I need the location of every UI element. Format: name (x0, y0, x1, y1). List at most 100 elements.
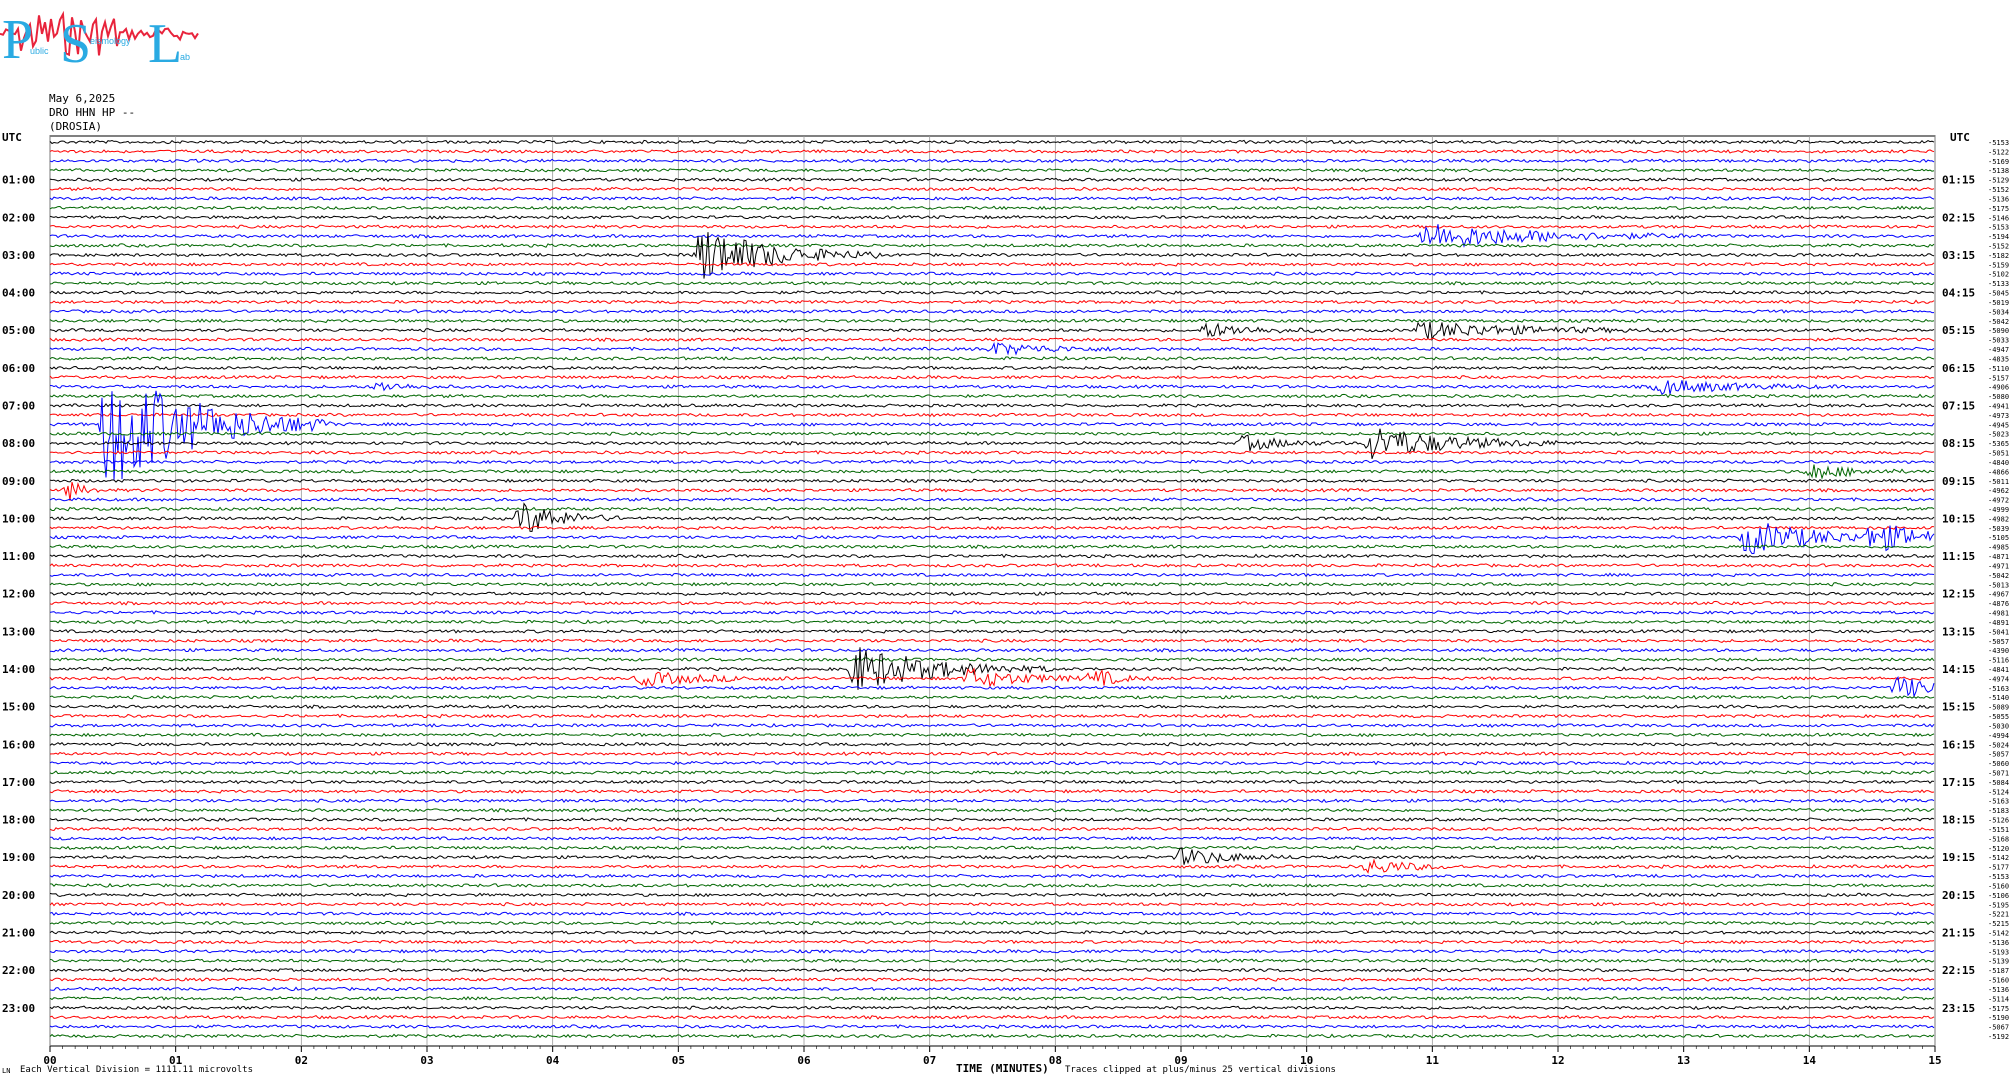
right-hour-label: 05:15 (1942, 324, 1975, 337)
seismic-trace (49, 412, 1935, 418)
seismic-trace (49, 779, 1935, 785)
seismic-trace (49, 1005, 1935, 1011)
trace-offset-label: -5041 (1988, 628, 2009, 636)
x-tick-label: 14 (1803, 1054, 1817, 1067)
seismic-trace (49, 271, 1935, 277)
right-hour-label: 13:15 (1942, 625, 1975, 638)
left-hour-label: 18:00 (2, 814, 35, 827)
trace-offset-label: -5102 (1988, 271, 2009, 279)
right-hour-label: 17:15 (1942, 776, 1975, 789)
trace-offset-label: -5146 (1988, 214, 2009, 222)
seismic-trace (49, 365, 1935, 371)
seismic-trace (49, 939, 1935, 945)
trace-offset-label: -5080 (1988, 393, 2009, 401)
right-hour-label: 07:15 (1942, 399, 1975, 412)
seismic-trace (49, 214, 1935, 220)
seismic-trace (49, 139, 1935, 145)
trace-offset-label: -4971 (1988, 562, 2009, 570)
seismic-trace (49, 751, 1935, 757)
seismic-trace (49, 657, 1935, 662)
right-hour-label: 09:15 (1942, 475, 1975, 488)
trace-offset-label: -5163 (1988, 685, 2009, 693)
trace-offset-label: -5126 (1988, 817, 2009, 825)
left-hour-label: 21:00 (2, 926, 35, 939)
trace-offset-label: -4973 (1988, 412, 2009, 420)
seismic-trace (49, 393, 1935, 399)
trace-offset-label: -5163 (1988, 798, 2009, 806)
seismic-trace (49, 380, 1935, 395)
seismic-trace (49, 600, 1935, 606)
right-hour-label: 16:15 (1942, 738, 1975, 751)
trace-offset-label: -5110 (1988, 365, 2009, 373)
right-hour-label: 21:15 (1942, 926, 1975, 939)
seismic-trace (49, 930, 1935, 935)
clip-note: Traces clipped at plus/minus 25 vertical… (1065, 1065, 1336, 1075)
trace-offset-label: -5045 (1988, 290, 2009, 298)
seismic-trace (49, 450, 1935, 455)
trace-offset-label: -5039 (1988, 525, 2009, 533)
seismic-trace (49, 892, 1935, 898)
seismic-trace (49, 464, 1934, 480)
right-hour-label: 02:15 (1942, 211, 1975, 224)
footer-mark: LN (2, 1067, 11, 1075)
trace-offset-label: -5034 (1988, 308, 2009, 316)
seismic-trace (49, 309, 1934, 314)
seismic-trace (49, 1014, 1935, 1020)
trace-offset-label: -5365 (1988, 440, 2009, 448)
trace-offset-label: -5060 (1988, 760, 2009, 768)
seismic-trace (49, 845, 1934, 851)
left-hour-label: 09:00 (2, 475, 35, 488)
trace-offset-label: -5013 (1988, 581, 2009, 589)
seismic-trace (49, 591, 1935, 597)
left-hour-label: 12:00 (2, 588, 35, 601)
trace-offset-label: -5067 (1988, 1024, 2009, 1032)
seismic-trace (49, 261, 1935, 267)
trace-offset-label: -5136 (1988, 195, 2009, 203)
left-hour-label: 14:00 (2, 663, 35, 676)
left-hour-label: 05:00 (2, 324, 35, 337)
trace-offset-label: -5169 (1988, 158, 2009, 166)
seismic-trace (49, 148, 1935, 154)
trace-offset-label: -5153 (1988, 873, 2009, 881)
seismic-trace (49, 835, 1935, 841)
trace-offset-label: -5194 (1988, 233, 2009, 241)
seismic-trace (49, 967, 1935, 973)
trace-offset-label: -4999 (1988, 506, 2009, 514)
left-hour-label: 19:00 (2, 851, 35, 864)
trace-offset-label: -5138 (1988, 167, 2009, 175)
trace-offset-label: -5152 (1988, 243, 2009, 251)
left-hour-label: 22:00 (2, 964, 35, 977)
trace-offset-label: -5151 (1988, 826, 2009, 834)
trace-offset-label: -5183 (1988, 807, 2009, 815)
helicorder-plot: 00 01 02 03 04 05 06 07 08 09 10 11 12 13 14 15UTC UTC01… (2, 131, 2009, 1067)
trace-offset-label: -4985 (1988, 544, 2009, 552)
seismic-trace (49, 694, 1935, 700)
trace-offset-label: -5175 (1988, 205, 2009, 213)
seismic-trace (49, 1024, 1935, 1029)
seismic-trace (49, 205, 1935, 211)
right-hour-label: 03:15 (1942, 249, 1975, 262)
left-hour-label: 04:00 (2, 287, 35, 300)
left-hour-label: 10:00 (2, 512, 35, 525)
trace-offset-label: -4941 (1988, 402, 2009, 410)
trace-offset-label: -5195 (1988, 901, 2009, 909)
seismic-trace (49, 704, 1935, 710)
seismic-trace (49, 481, 1935, 501)
seismic-trace (49, 826, 1935, 832)
seismic-trace (49, 873, 1935, 879)
trace-offset-label: -5192 (1988, 1033, 2009, 1041)
left-hour-label: 17:00 (2, 776, 35, 789)
x-tick-label: 15 (1928, 1054, 1941, 1067)
seismic-trace (49, 882, 1935, 888)
seismic-trace (49, 958, 1935, 964)
trace-offset-label: -5142 (1988, 929, 2009, 937)
seismic-trace (49, 628, 1935, 634)
trace-offset-label: -5033 (1988, 337, 2009, 345)
seismic-trace (49, 986, 1935, 992)
trace-offset-label: -5090 (1988, 327, 2009, 335)
trace-offset-label: -5030 (1988, 722, 2009, 730)
trace-offset-label: -4906 (1988, 384, 2009, 392)
x-tick-label: 05 (672, 1054, 685, 1067)
trace-offset-label: -5120 (1988, 845, 2009, 853)
trace-offset-label: -4891 (1988, 619, 2009, 627)
